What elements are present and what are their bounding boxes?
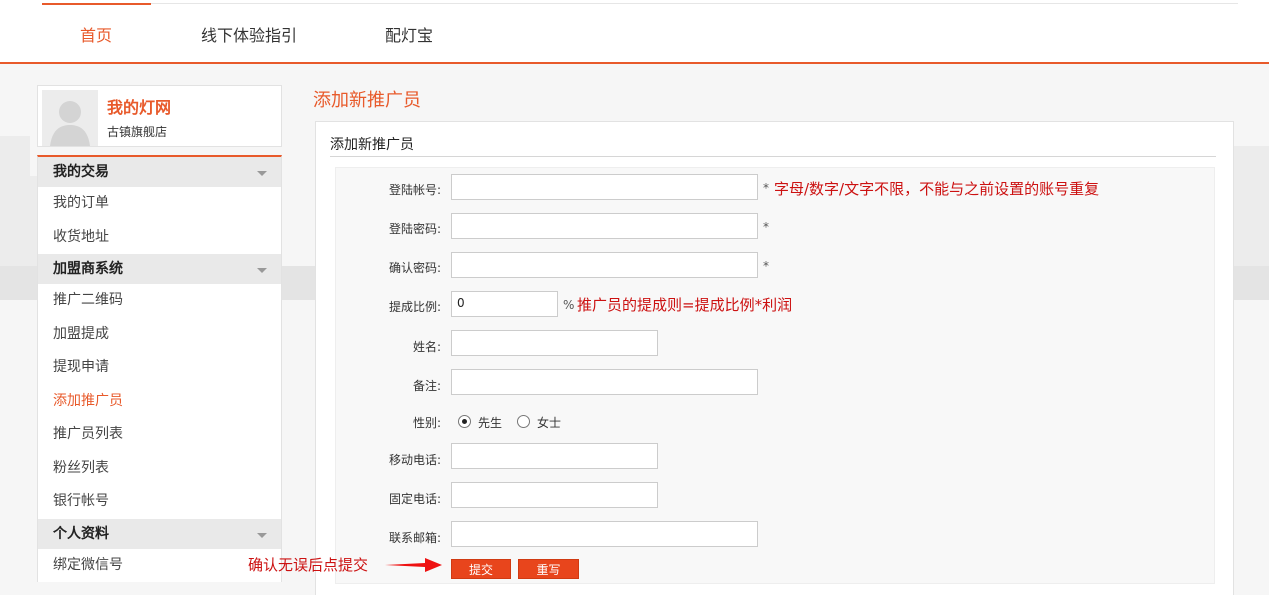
nav-top-divider xyxy=(42,3,1238,4)
percent-unit: % xyxy=(563,298,575,312)
user-silhouette-icon xyxy=(42,90,98,146)
required-mark: * xyxy=(763,259,769,273)
sidebar-item-franchise-commission[interactable]: 加盟提成 xyxy=(38,318,281,352)
mobile-label: 移动电话: xyxy=(388,453,441,467)
arrow-right-icon xyxy=(385,558,442,572)
sidebar-item-shipping-address[interactable]: 收货地址 xyxy=(38,221,281,255)
account-hint: 字母/数字/文字不限，不能与之前设置的账号重复 xyxy=(774,180,1100,198)
gender-radio-female[interactable] xyxy=(517,415,530,428)
gender-label: 性别: xyxy=(412,416,441,430)
sidebar-item-fan-list[interactable]: 粉丝列表 xyxy=(38,452,281,486)
menu-group-label: 个人资料 xyxy=(53,525,109,542)
panel-divider xyxy=(330,156,1216,157)
sidebar-item-withdraw-request[interactable]: 提现申请 xyxy=(38,351,281,385)
account-input[interactable] xyxy=(451,174,758,200)
commission-ratio-input[interactable] xyxy=(451,291,558,317)
sidebar-item-bank-account[interactable]: 银行帐号 xyxy=(38,485,281,519)
phone-input[interactable] xyxy=(451,482,658,508)
submit-annotation: 确认无误后点提交 xyxy=(248,556,369,574)
account-label: 登陆帐号: xyxy=(388,183,441,197)
menu-group-my-trade[interactable]: 我的交易 xyxy=(38,157,281,187)
caret-down-icon xyxy=(257,171,267,176)
sidebar-menu: 我的交易 我的订单 收货地址 加盟商系统 推广二维码 加盟提成 提现申请 添加推… xyxy=(37,155,282,582)
sidebar-item-bind-wechat[interactable]: 绑定微信号 xyxy=(38,549,281,583)
profile-card: 我的灯网 古镇旗舰店 xyxy=(37,85,282,147)
nav-active-indicator xyxy=(42,3,151,5)
commission-ratio-label: 提成比例: xyxy=(388,300,441,314)
required-mark: * xyxy=(763,181,769,195)
caret-down-icon xyxy=(257,268,267,273)
commission-ratio-hint: 推广员的提成则=提成比例*利润 xyxy=(577,296,793,314)
submit-button[interactable]: 提交 xyxy=(451,559,511,579)
password-label: 登陆密码: xyxy=(388,222,441,236)
gender-radio-male[interactable] xyxy=(458,415,471,428)
remark-input[interactable] xyxy=(451,369,758,395)
profile-name[interactable]: 我的灯网 xyxy=(107,94,171,118)
remark-label: 备注: xyxy=(412,379,441,393)
name-input[interactable] xyxy=(451,330,658,356)
top-navigation: 首页 线下体验指引 配灯宝 xyxy=(0,0,1269,64)
profile-shop: 古镇旗舰店 xyxy=(107,125,168,139)
form-panel: 添加新推广员 登陆帐号: * 字母/数字/文字不限，不能与之前设置的账号重复 登… xyxy=(315,121,1234,595)
gender-option-male[interactable]: 先生 xyxy=(478,414,502,431)
reset-button[interactable]: 重写 xyxy=(518,559,579,579)
panel-title: 添加新推广员 xyxy=(330,137,414,153)
gender-option-female[interactable]: 女士 xyxy=(537,414,561,431)
email-input[interactable] xyxy=(451,521,758,547)
email-label: 联系邮箱: xyxy=(388,531,441,545)
sidebar-item-add-promoter[interactable]: 添加推广员 xyxy=(38,385,281,419)
menu-group-label: 我的交易 xyxy=(53,164,109,180)
confirm-password-label: 确认密码: xyxy=(388,261,441,275)
nav-home[interactable]: 首页 xyxy=(80,22,112,46)
sidebar-item-promo-qrcode[interactable]: 推广二维码 xyxy=(38,284,281,318)
required-mark: * xyxy=(763,220,769,234)
confirm-password-input[interactable] xyxy=(451,252,758,278)
menu-group-franchise-system[interactable]: 加盟商系统 xyxy=(38,254,281,284)
nav-offline-guide[interactable]: 线下体验指引 xyxy=(201,22,297,46)
sidebar-item-my-orders[interactable]: 我的订单 xyxy=(38,187,281,221)
caret-down-icon xyxy=(257,532,267,538)
menu-group-personal-info[interactable]: 个人资料 xyxy=(38,518,281,549)
sidebar: 我的灯网 古镇旗舰店 我的交易 我的订单 收货地址 加盟商系统 推广二维码 加盟… xyxy=(37,85,282,595)
promoter-form: 登陆帐号: * 字母/数字/文字不限，不能与之前设置的账号重复 登陆密码: * … xyxy=(335,167,1215,584)
mobile-input[interactable] xyxy=(451,443,658,469)
phone-label: 固定电话: xyxy=(388,492,441,506)
name-label: 姓名: xyxy=(412,340,441,354)
sidebar-item-promoter-list[interactable]: 推广员列表 xyxy=(38,418,281,452)
password-input[interactable] xyxy=(451,213,758,239)
avatar[interactable] xyxy=(42,90,98,146)
page-title: 添加新推广员 xyxy=(313,90,421,111)
menu-group-label: 加盟商系统 xyxy=(53,261,123,277)
nav-lamp-matching[interactable]: 配灯宝 xyxy=(385,22,433,46)
